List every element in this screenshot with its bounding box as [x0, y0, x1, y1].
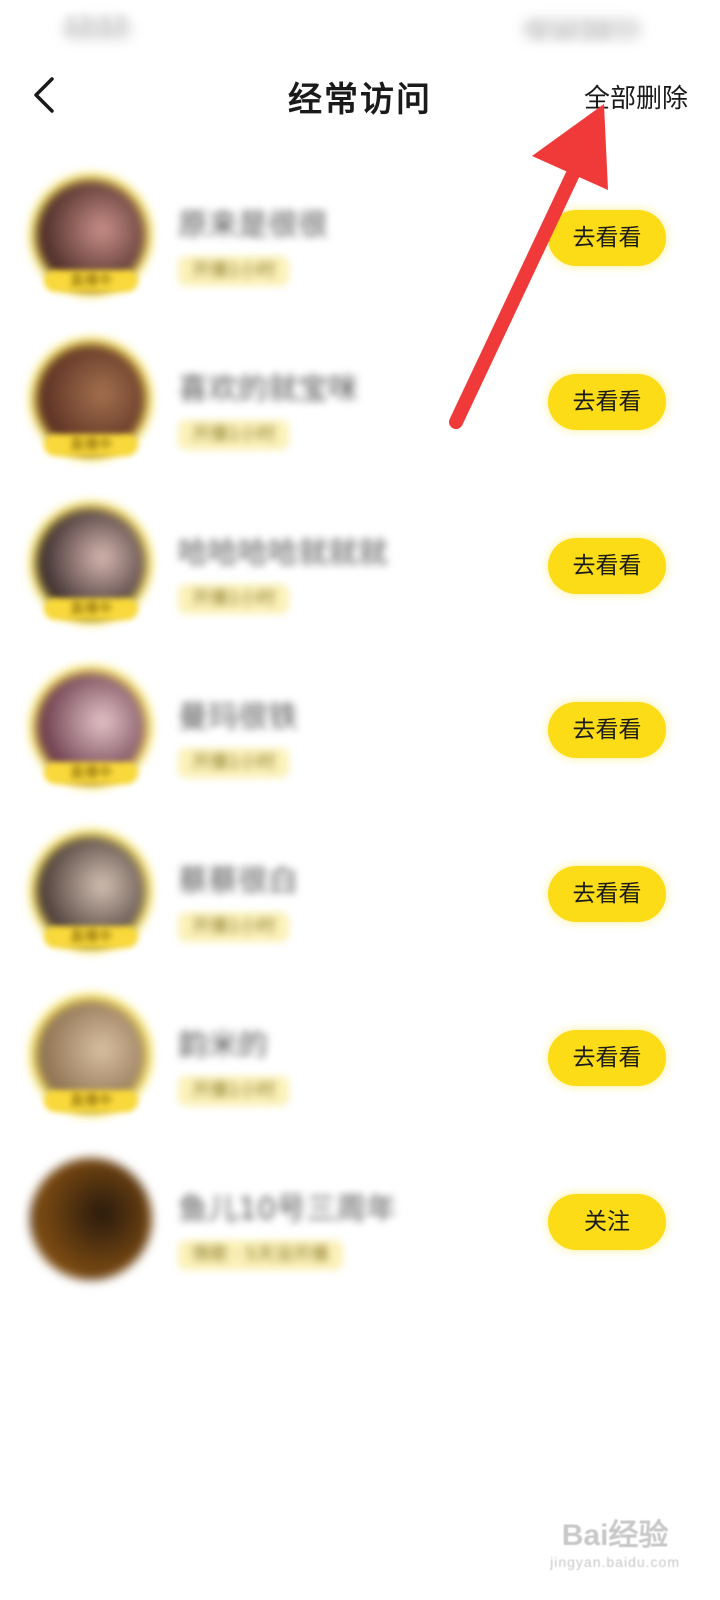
status-time-text: 12:17: [64, 14, 128, 39]
status-tag: 开播1小时: [178, 256, 290, 286]
live-badge-label: 直播中: [70, 437, 112, 453]
live-badge-label: 直播中: [70, 273, 112, 289]
go-watch-button[interactable]: 去看看: [548, 538, 666, 594]
user-name: 原来是很很: [178, 208, 328, 243]
status-icons-text: 令 al 38: [526, 20, 610, 45]
list-item[interactable]: 直播中 蔡蔡很白开播1小时 去看看: [0, 816, 720, 980]
watermark-sub: jingyan.baidu.com: [550, 1554, 680, 1570]
follow-button[interactable]: 关注: [548, 1194, 666, 1250]
user-name: 哈哈哈哈就就就: [178, 536, 388, 571]
watermark-main: Bai经验: [561, 1519, 669, 1552]
avatar-container[interactable]: 直播中: [30, 174, 152, 296]
live-badge-label: 直播中: [70, 1093, 112, 1109]
list-item[interactable]: 直播中 原来是很很开播1小时 去看看: [0, 160, 720, 324]
user-name: 蔡蔡很白: [178, 864, 298, 899]
live-badge-label: 直播中: [70, 765, 112, 781]
go-watch-button[interactable]: 去看看: [548, 1030, 666, 1086]
status-tag: 开播1小时: [178, 748, 290, 778]
status-tag: 开播1小时: [178, 1076, 290, 1106]
list-item[interactable]: 直播中 韵米的开播1小时 去看看: [0, 980, 720, 1144]
frequent-visits-list: 直播中 原来是很很 开播1小时 去看看 直播中 喜欢的就宝咪 开播1小时 去看看 直播中 哈哈哈哈…: [0, 160, 720, 1308]
avatar-container[interactable]: 直播中: [30, 338, 152, 460]
avatar-container[interactable]: 直播中: [30, 502, 152, 624]
user-name: 韵米的: [178, 1028, 268, 1063]
go-watch-button[interactable]: 去看看: [548, 210, 666, 266]
status-tag: 开播1小时: [178, 912, 290, 942]
status-tag: 情歌 · 5天没开播: [178, 1240, 343, 1270]
nav-bar: 经常访问 全部删除: [0, 56, 720, 140]
avatar-container[interactable]: [30, 1158, 152, 1280]
user-name: 鱼儿10号三周年: [178, 1192, 397, 1227]
live-badge: 直播中: [44, 434, 138, 456]
avatar-container[interactable]: 直播中: [30, 666, 152, 788]
status-tag: 开播1小时: [178, 420, 290, 450]
avatar: [30, 1158, 152, 1280]
go-watch-button[interactable]: 去看看: [548, 374, 666, 430]
delete-all-button[interactable]: 全部删除: [584, 78, 688, 115]
live-badge: 直播中: [44, 762, 138, 784]
live-badge: 直播中: [44, 270, 138, 292]
list-item[interactable]: 鱼儿10号三周年情歌 · 5天没开播 关注: [0, 1144, 720, 1308]
live-badge: 直播中: [44, 926, 138, 948]
user-name: 曼玛很铁: [178, 700, 298, 735]
live-badge-label: 直播中: [70, 601, 112, 617]
watermark: Bai经验 jingyan.baidu.com: [550, 1510, 680, 1570]
status-tag: 开播1小时: [178, 584, 290, 614]
user-name: 喜欢的就宝咪: [178, 372, 358, 407]
list-item[interactable]: 直播中 喜欢的就宝咪开播1小时 去看看: [0, 324, 720, 488]
avatar-container[interactable]: 直播中: [30, 994, 152, 1116]
list-item[interactable]: 直播中 哈哈哈哈就就就开播1小时 去看看: [0, 488, 720, 652]
avatar-container[interactable]: 直播中: [30, 830, 152, 952]
status-bar: 12:17 令 al 38: [0, 0, 720, 56]
live-badge-label: 直播中: [70, 929, 112, 945]
go-watch-button[interactable]: 去看看: [548, 702, 666, 758]
list-item[interactable]: 直播中 曼玛很铁开播1小时 去看看: [0, 652, 720, 816]
live-badge: 直播中: [44, 598, 138, 620]
live-badge: 直播中: [44, 1090, 138, 1112]
go-watch-button[interactable]: 去看看: [548, 866, 666, 922]
